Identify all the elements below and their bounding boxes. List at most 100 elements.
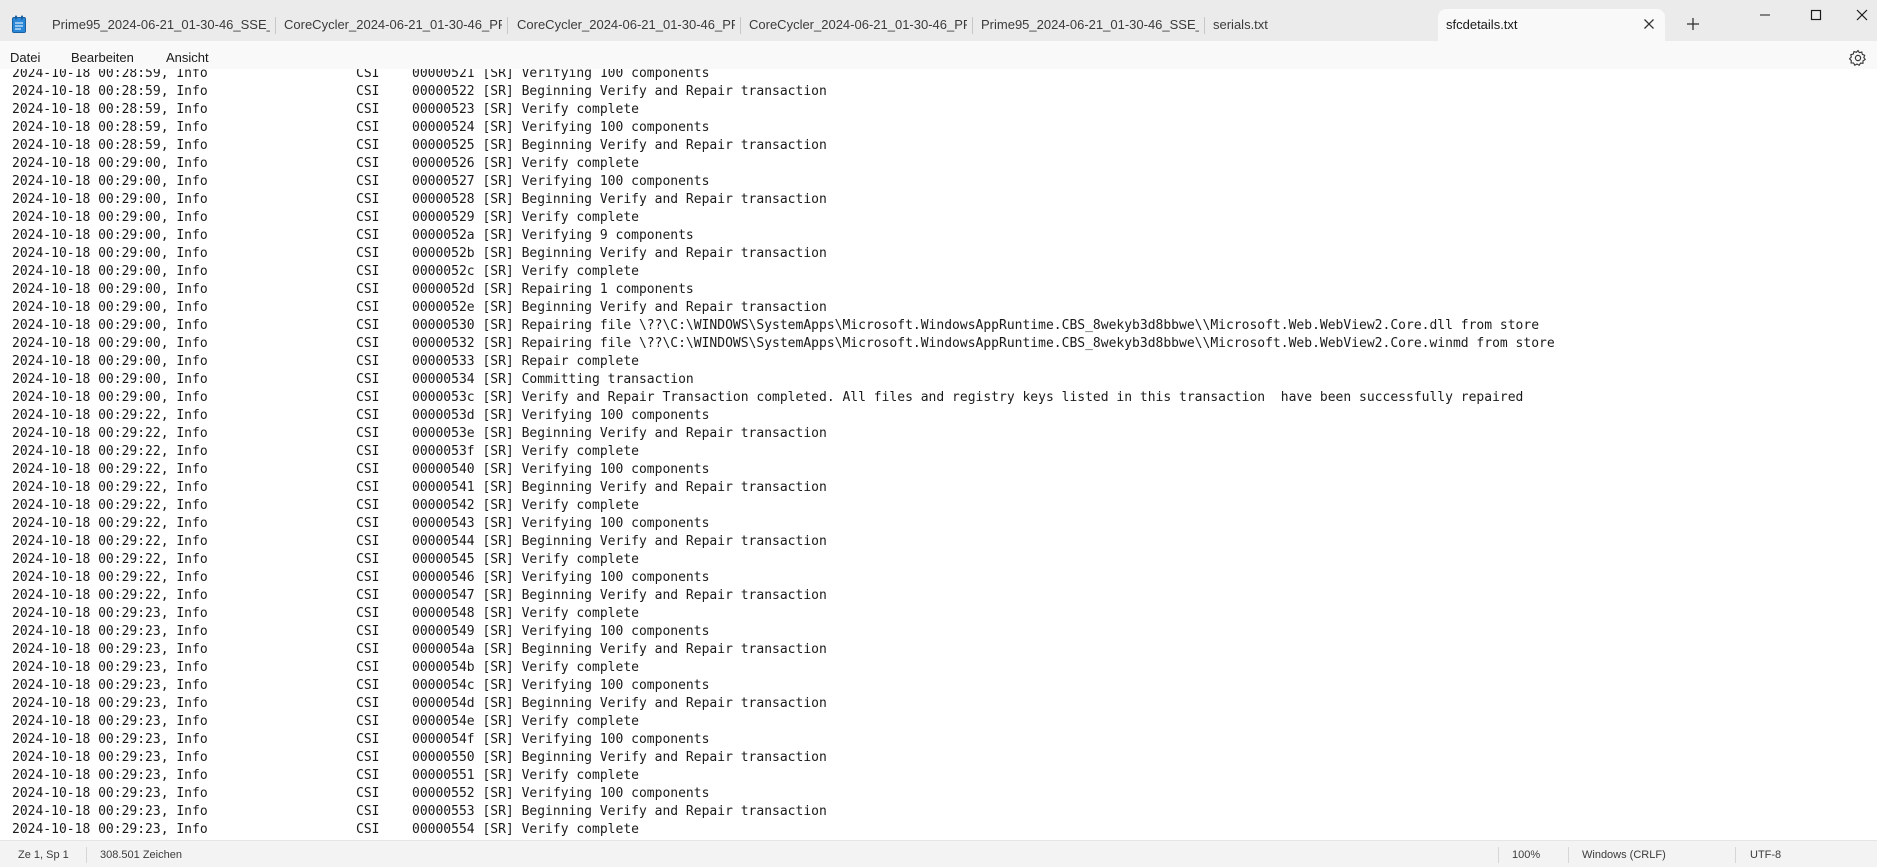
log-message: 0000052c [SR] Verify complete [412,264,639,279]
log-message: 00000523 [SR] Verify complete [412,102,639,117]
tab-corecycler-log-3[interactable]: CoreCycler_2024-06-21_01-30-46_PRIME95 [749,17,967,35]
log-message: 00000525 [SR] Beginning Verify and Repai… [412,138,827,153]
status-separator [1568,847,1569,863]
log-timestamp: 2024-10-18 00:29:23, Info [12,660,208,675]
tab-separator [972,17,973,34]
log-message: 0000054c [SR] Verifying 100 components [412,678,710,693]
line-ending[interactable]: Windows (CRLF) [1582,849,1666,861]
log-message: 0000053d [SR] Verifying 100 components [412,408,710,423]
log-message: 0000052b [SR] Beginning Verify and Repai… [412,246,827,261]
tab-separator [507,17,508,34]
tab-corecycler-log-1[interactable]: CoreCycler_2024-06-21_01-30-46_PRIME95 [284,17,502,35]
log-source: CSI [356,372,380,387]
tab-corecycler-log-2[interactable]: CoreCycler_2024-06-21_01-30-46_PRIME95 [517,17,735,35]
log-timestamp: 2024-10-18 00:28:59, Info [12,120,208,135]
zoom-level[interactable]: 100% [1512,849,1540,861]
log-source: CSI [356,102,380,117]
log-message: 00000540 [SR] Verifying 100 components [412,462,710,477]
tab-serials[interactable]: serials.txt [1213,17,1333,35]
status-bar: Ze 1, Sp 1 308.501 Zeichen 100% Windows … [0,840,1877,867]
log-timestamp: 2024-10-18 00:29:00, Info [12,156,208,171]
log-timestamp: 2024-10-18 00:29:00, Info [12,192,208,207]
log-message: 0000053f [SR] Verify complete [412,444,639,459]
log-timestamp: 2024-10-18 00:29:23, Info [12,696,208,711]
title-bar: Prime95_2024-06-21_01-30-46_SSE_HUGE Cor… [0,0,1877,41]
log-timestamp: 2024-10-18 00:29:23, Info [12,642,208,657]
log-timestamp: 2024-10-18 00:29:23, Info [12,606,208,621]
log-source: CSI [356,804,380,819]
log-timestamp: 2024-10-18 00:29:00, Info [12,354,208,369]
minimize-icon[interactable] [1754,4,1776,26]
log-message: 00000550 [SR] Beginning Verify and Repai… [412,750,827,765]
log-timestamp: 2024-10-18 00:29:22, Info [12,480,208,495]
log-source: CSI [356,696,380,711]
menu-view[interactable]: Ansicht [166,50,209,65]
log-source: CSI [356,246,380,261]
tab-prime95-log-2[interactable]: Prime95_2024-06-21_01-30-46_SSE_HUGE [981,17,1199,35]
log-timestamp: 2024-10-18 00:29:23, Info [12,768,208,783]
log-timestamp: 2024-10-18 00:29:22, Info [12,552,208,567]
encoding[interactable]: UTF-8 [1750,849,1781,861]
log-source: CSI [356,768,380,783]
log-timestamp: 2024-10-18 00:29:23, Info [12,624,208,639]
log-timestamp: 2024-10-18 00:29:22, Info [12,588,208,603]
active-tab-label: sfcdetails.txt [1446,17,1518,32]
log-message: 00000545 [SR] Verify complete [412,552,639,567]
log-timestamp: 2024-10-18 00:29:00, Info [12,372,208,387]
menu-file[interactable]: Datei [10,50,40,65]
tab-prime95-log-1[interactable]: Prime95_2024-06-21_01-30-46_SSE_HUGE [52,17,270,35]
log-timestamp: 2024-10-18 00:29:00, Info [12,210,208,225]
close-icon[interactable] [1639,14,1659,34]
log-source: CSI [356,69,380,81]
log-source: CSI [356,156,380,171]
log-message: 0000054b [SR] Verify complete [412,660,639,675]
log-timestamp: 2024-10-18 00:29:22, Info [12,498,208,513]
log-timestamp: 2024-10-18 00:29:23, Info [12,750,208,765]
log-message: 0000052d [SR] Repairing 1 components [412,282,694,297]
log-source: CSI [356,570,380,585]
log-timestamp: 2024-10-18 00:29:00, Info [12,300,208,315]
log-source: CSI [356,516,380,531]
log-message: 00000553 [SR] Beginning Verify and Repai… [412,804,827,819]
log-message: 0000053e [SR] Beginning Verify and Repai… [412,426,827,441]
log-message: 00000533 [SR] Repair complete [412,354,639,369]
plus-icon[interactable] [1684,15,1702,33]
log-source: CSI [356,552,380,567]
log-timestamp: 2024-10-18 00:29:00, Info [12,174,208,189]
log-source: CSI [356,588,380,603]
log-message: 00000521 [SR] Verifying 100 components [412,69,710,81]
log-source: CSI [356,480,380,495]
character-count: 308.501 Zeichen [100,849,182,861]
log-timestamp: 2024-10-18 00:29:00, Info [12,246,208,261]
text-editor[interactable]: 2024-10-18 00:28:59, Info CSI 00000521 [SR… [0,69,1877,840]
log-source: CSI [356,354,380,369]
log-source: CSI [356,426,380,441]
log-message: 00000528 [SR] Beginning Verify and Repai… [412,192,827,207]
log-timestamp: 2024-10-18 00:29:22, Info [12,534,208,549]
log-source: CSI [356,534,380,549]
menu-edit[interactable]: Bearbeiten [71,50,134,65]
log-source: CSI [356,678,380,693]
log-source: CSI [356,462,380,477]
log-source: CSI [356,606,380,621]
log-message: 00000530 [SR] Repairing file \??\C:\WIND… [412,318,1540,333]
status-separator [86,847,87,863]
log-timestamp: 2024-10-18 00:29:23, Info [12,786,208,801]
log-timestamp: 2024-10-18 00:29:23, Info [12,732,208,747]
status-separator [1735,847,1736,863]
log-timestamp: 2024-10-18 00:29:22, Info [12,462,208,477]
gear-icon[interactable] [1849,49,1867,67]
log-timestamp: 2024-10-18 00:28:59, Info [12,69,208,81]
log-timestamp: 2024-10-18 00:29:00, Info [12,228,208,243]
log-timestamp: 2024-10-18 00:28:59, Info [12,138,208,153]
close-icon[interactable] [1851,4,1873,26]
log-source: CSI [356,264,380,279]
log-source: CSI [356,228,380,243]
log-timestamp: 2024-10-18 00:29:00, Info [12,390,208,405]
maximize-icon[interactable] [1805,4,1827,26]
log-source: CSI [356,84,380,99]
tab-separator [740,17,741,34]
log-source: CSI [356,138,380,153]
log-message: 0000054d [SR] Beginning Verify and Repai… [412,696,827,711]
cursor-position: Ze 1, Sp 1 [18,849,69,861]
